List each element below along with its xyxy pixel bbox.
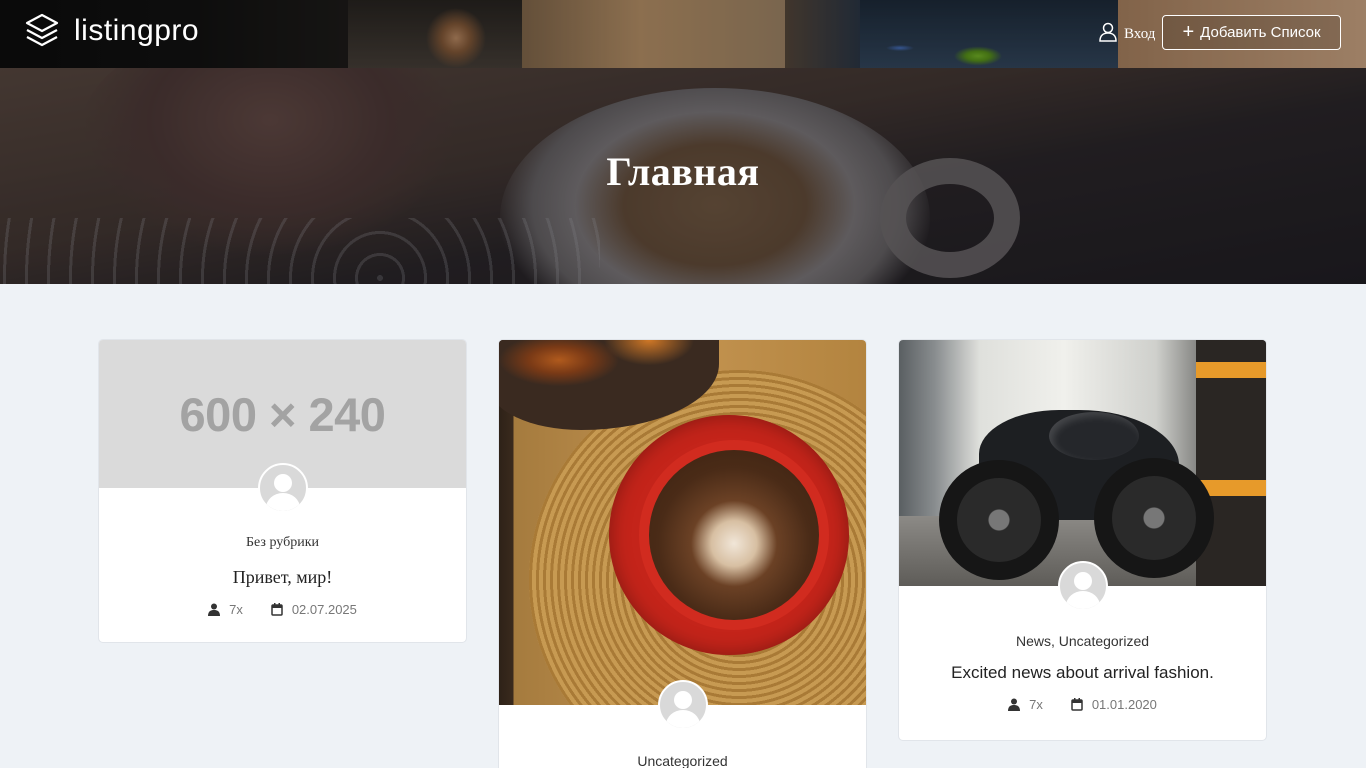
login-label: Вход: [1124, 26, 1156, 42]
site-logo[interactable]: listingpro: [24, 12, 199, 50]
placeholder-size-text: 600 × 240: [179, 387, 386, 441]
page-title: Главная: [606, 149, 760, 194]
post-category[interactable]: Без рубрики: [99, 535, 466, 551]
site-header: listingpro Вход + Добавить Список: [0, 0, 1366, 68]
post-title[interactable]: Привет, мир!: [99, 567, 466, 588]
layers-logo-icon: [25, 13, 59, 47]
author-avatar[interactable]: [257, 463, 308, 513]
user-icon: [1099, 22, 1117, 42]
post-category[interactable]: Uncategorized: [499, 753, 866, 768]
calendar-icon: [271, 603, 283, 616]
page-hero: Главная: [0, 68, 1366, 284]
date-text: 01.01.2020: [1091, 697, 1157, 712]
calendar-icon: [1071, 698, 1083, 711]
logo-text: listingpro: [74, 14, 200, 47]
post-thumbnail[interactable]: [499, 340, 866, 705]
author-icon: [208, 603, 221, 616]
views-count: 7x: [1029, 697, 1043, 712]
post-views: 7x: [208, 602, 243, 617]
post-card[interactable]: News, Uncategorized Excited news about a…: [898, 339, 1267, 741]
author-avatar[interactable]: [657, 680, 708, 730]
author-icon: [1008, 698, 1021, 711]
post-date: 01.01.2020: [1071, 697, 1157, 712]
post-card[interactable]: Uncategorized: [498, 339, 867, 768]
date-text: 02.07.2025: [291, 602, 357, 617]
post-title[interactable]: Excited news about arrival fashion.: [899, 663, 1266, 683]
login-link[interactable]: Вход: [1098, 20, 1155, 43]
add-listing-label: Добавить Список: [1200, 24, 1321, 41]
add-listing-button[interactable]: + Добавить Список: [1162, 15, 1341, 50]
post-thumbnail[interactable]: [899, 340, 1266, 586]
post-date: 02.07.2025: [271, 602, 357, 617]
views-count: 7x: [229, 602, 243, 617]
author-avatar[interactable]: [1057, 561, 1108, 611]
post-card[interactable]: 600 × 240 Без рубрики Привет, мир! 7x 02…: [98, 339, 467, 643]
post-views: 7x: [1008, 697, 1043, 712]
post-thumbnail[interactable]: 600 × 240: [99, 340, 466, 513]
post-category[interactable]: News, Uncategorized: [899, 633, 1266, 649]
plus-icon: +: [1182, 20, 1195, 43]
